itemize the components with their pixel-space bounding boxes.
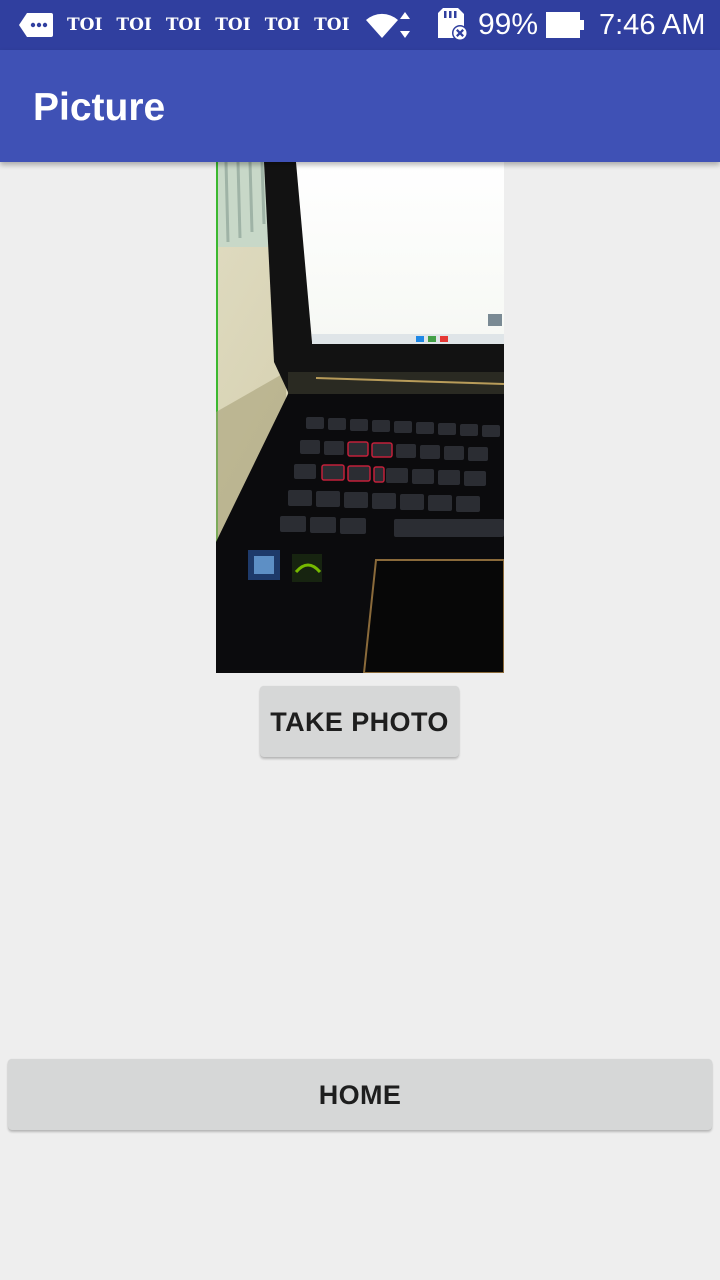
app-bar: Picture bbox=[0, 50, 720, 162]
notification-icons: TOI TOI TOI TOI TOI TOI bbox=[67, 0, 350, 50]
battery-percent: 99% bbox=[478, 8, 539, 41]
message-icon bbox=[19, 13, 53, 37]
toi-notification-icon: TOI bbox=[116, 15, 152, 35]
clock: 7:46 AM bbox=[599, 9, 706, 41]
wifi-icon bbox=[366, 12, 410, 38]
toi-notification-icon: TOI bbox=[67, 15, 103, 35]
photo-preview bbox=[216, 162, 504, 673]
toi-notification-icon: TOI bbox=[165, 15, 202, 35]
page-title: Picture bbox=[33, 86, 166, 129]
home-button[interactable]: HOME bbox=[8, 1059, 712, 1130]
toi-notification-icon: TOI bbox=[215, 15, 251, 35]
toi-notification-icon: TOI bbox=[314, 15, 350, 35]
take-photo-button[interactable]: TAKE PHOTO bbox=[260, 686, 459, 757]
battery-icon bbox=[546, 12, 584, 38]
sd-card-error-icon bbox=[438, 8, 468, 41]
status-bar: TOI TOI TOI TOI TOI TOI 99% 7:46 AM bbox=[0, 0, 720, 50]
toi-notification-icon: TOI bbox=[264, 15, 301, 35]
